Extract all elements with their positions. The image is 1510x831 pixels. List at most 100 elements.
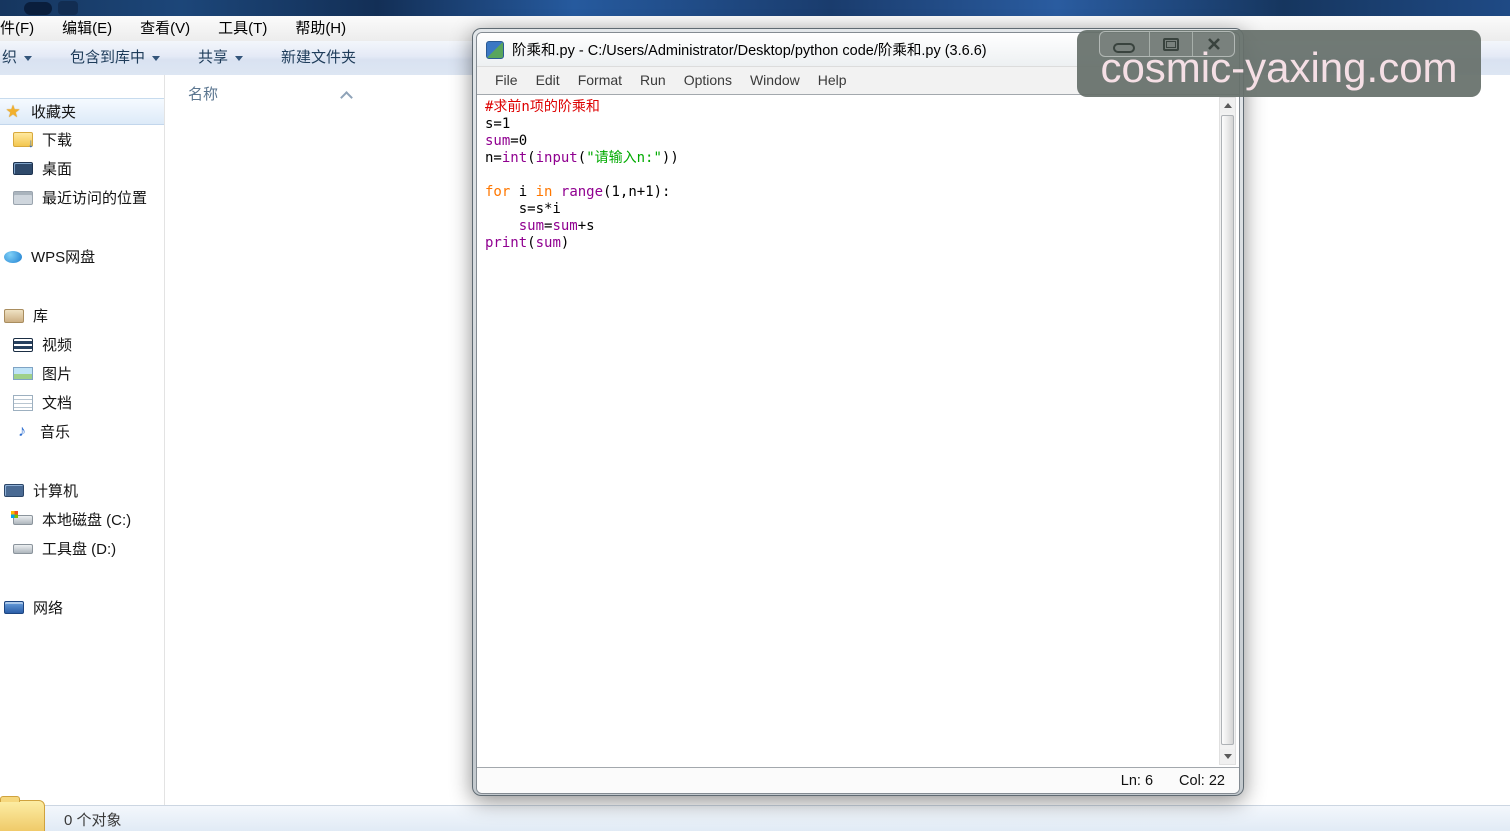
idle-menu-edit[interactable]: Edit [527, 67, 569, 94]
code-token: print [485, 235, 527, 251]
sidebar-item-local-disk-c[interactable]: 本地磁盘 (C:) [0, 505, 164, 534]
toolbar-button-2[interactable]: 共享 [198, 41, 243, 75]
sidebar-item-recent-places[interactable]: 最近访问的位置 [0, 183, 164, 212]
desktop-icon [13, 162, 33, 175]
sidebar-item-pictures[interactable]: 图片 [0, 359, 164, 388]
sidebar-item-label: 下载 [42, 129, 72, 150]
sidebar-item-computer[interactable]: 计算机 [0, 476, 164, 505]
toolbar-button-0[interactable]: 织 [2, 41, 32, 75]
sidebar-item-favorites[interactable]: 收藏夹 [0, 98, 164, 125]
disk-c-icon [13, 515, 33, 525]
idle-menu-help[interactable]: Help [809, 67, 856, 94]
code-token: int [502, 150, 527, 166]
code-line: n=int(input("请输入n:")) [485, 150, 1213, 167]
column-header-label: 名称 [188, 86, 218, 103]
sort-ascending-icon [340, 91, 353, 104]
vertical-scrollbar[interactable] [1219, 97, 1236, 765]
idle-menu-run[interactable]: Run [631, 67, 675, 94]
code-token: s=1 [485, 116, 510, 132]
sidebar-item-label: 桌面 [42, 158, 72, 179]
sidebar-item-label: 图片 [42, 363, 72, 384]
sidebar-item-desktop[interactable]: 桌面 [0, 154, 164, 183]
folder-icon [0, 800, 45, 831]
idle-window-title: 阶乘和.py - C:/Users/Administrator/Desktop/… [512, 39, 987, 60]
watermark: cosmic-yaxing.com [1077, 30, 1481, 97]
sidebar-item-label: 本地磁盘 (C:) [42, 509, 131, 530]
explorer-sidebar: 收藏夹下载桌面最近访问的位置 WPS网盘库视频图片文档音乐计算机本地磁盘 (C:)… [0, 75, 165, 805]
code-token: ( [527, 150, 535, 166]
code-token: for [485, 184, 510, 200]
scroll-up-button[interactable] [1220, 98, 1235, 113]
disk-icon [13, 544, 33, 554]
scroll-down-icon [1224, 754, 1232, 759]
python-icon [486, 41, 504, 59]
wps-drive-icon [4, 251, 22, 263]
idle-menu-format[interactable]: Format [569, 67, 631, 94]
sidebar-item-label: 计算机 [33, 480, 78, 501]
code-line: s=1 [485, 116, 1213, 133]
code-token: "请输入n:" [586, 150, 662, 166]
sidebar-item-music[interactable]: 音乐 [0, 417, 164, 446]
code-token: =0 [510, 133, 527, 149]
sidebar-section-libraries: 库视频图片文档音乐 [0, 301, 164, 446]
sidebar-item-label: 收藏夹 [31, 101, 76, 122]
nav-back-icon [24, 2, 52, 15]
idle-menu-options[interactable]: Options [675, 67, 741, 94]
explorer-menu-item-2[interactable]: 查看(V) [136, 16, 194, 41]
code-token: ) [561, 235, 569, 251]
code-line: #求前n项的阶乘和 [485, 99, 1213, 116]
explorer-menu-item-3[interactable]: 工具(T) [214, 16, 271, 41]
status-line: Ln: 6 [1121, 773, 1153, 789]
code-editor[interactable]: #求前n项的阶乘和s=1sum=0n=int(input("请输入n:")) f… [485, 99, 1213, 252]
idle-status-bar: Ln: 6 Col: 22 [477, 768, 1239, 793]
library-icon [4, 309, 24, 323]
code-token [552, 184, 560, 200]
scrollbar-thumb[interactable] [1221, 115, 1234, 745]
idle-menu-file[interactable]: File [486, 67, 527, 94]
code-token: sum [485, 133, 510, 149]
dropdown-arrow-icon [24, 56, 32, 61]
explorer-menu-item-0[interactable]: 件(F) [0, 16, 38, 41]
toolbar-button-label: 共享 [198, 41, 228, 75]
code-token: sum [552, 218, 577, 234]
code-token: ( [578, 150, 586, 166]
idle-window: 阶乘和.py - C:/Users/Administrator/Desktop/… [472, 28, 1244, 796]
toolbar-button-3[interactable]: 新建文件夹 [281, 41, 356, 75]
sidebar-item-downloads[interactable]: 下载 [0, 125, 164, 154]
sidebar-section-computer: 计算机本地磁盘 (C:) 工具盘 (D:) [0, 476, 164, 563]
code-token: i [510, 184, 535, 200]
sidebar-item-network[interactable]: 网络 [0, 593, 164, 622]
address-bar-strip [0, 0, 1510, 16]
code-token: +s [578, 218, 595, 234]
toolbar-button-label: 新建文件夹 [281, 41, 356, 75]
dropdown-arrow-icon [235, 56, 243, 61]
sidebar-item-label: 网络 [33, 597, 63, 618]
toolbar-button-label: 织 [2, 41, 17, 75]
sidebar-item-label: 工具盘 (D:) [42, 538, 116, 559]
sidebar-item-videos[interactable]: 视频 [0, 330, 164, 359]
code-token: )) [662, 150, 679, 166]
sidebar-item-label: 库 [33, 305, 48, 326]
code-token: n= [485, 150, 502, 166]
code-token: in [536, 184, 553, 200]
sidebar-item-wps-drive[interactable]: WPS网盘 [0, 242, 164, 271]
sidebar-item-libraries[interactable]: 库 [0, 301, 164, 330]
sidebar-item-tool-disk-d[interactable]: 工具盘 (D:) [0, 534, 164, 563]
code-line: sum=0 [485, 133, 1213, 150]
computer-icon [4, 484, 24, 497]
sidebar-item-label: 音乐 [40, 421, 70, 442]
code-token: (1,n+1): [603, 184, 670, 200]
code-line: s=s*i [485, 201, 1213, 218]
explorer-menu-item-4[interactable]: 帮助(H) [291, 16, 350, 41]
scroll-down-button[interactable] [1220, 749, 1235, 764]
idle-text-area[interactable]: #求前n项的阶乘和s=1sum=0n=int(input("请输入n:")) f… [477, 95, 1239, 768]
code-token: input [536, 150, 578, 166]
toolbar-button-1[interactable]: 包含到库中 [70, 41, 160, 75]
explorer-menu-item-1[interactable]: 编辑(E) [58, 16, 116, 41]
recent-places-icon [13, 191, 33, 205]
code-line: print(sum) [485, 235, 1213, 252]
idle-menu-window[interactable]: Window [741, 67, 809, 94]
code-token [485, 218, 519, 234]
sidebar-item-documents[interactable]: 文档 [0, 388, 164, 417]
sidebar-item-label: 最近访问的位置 [42, 187, 147, 208]
